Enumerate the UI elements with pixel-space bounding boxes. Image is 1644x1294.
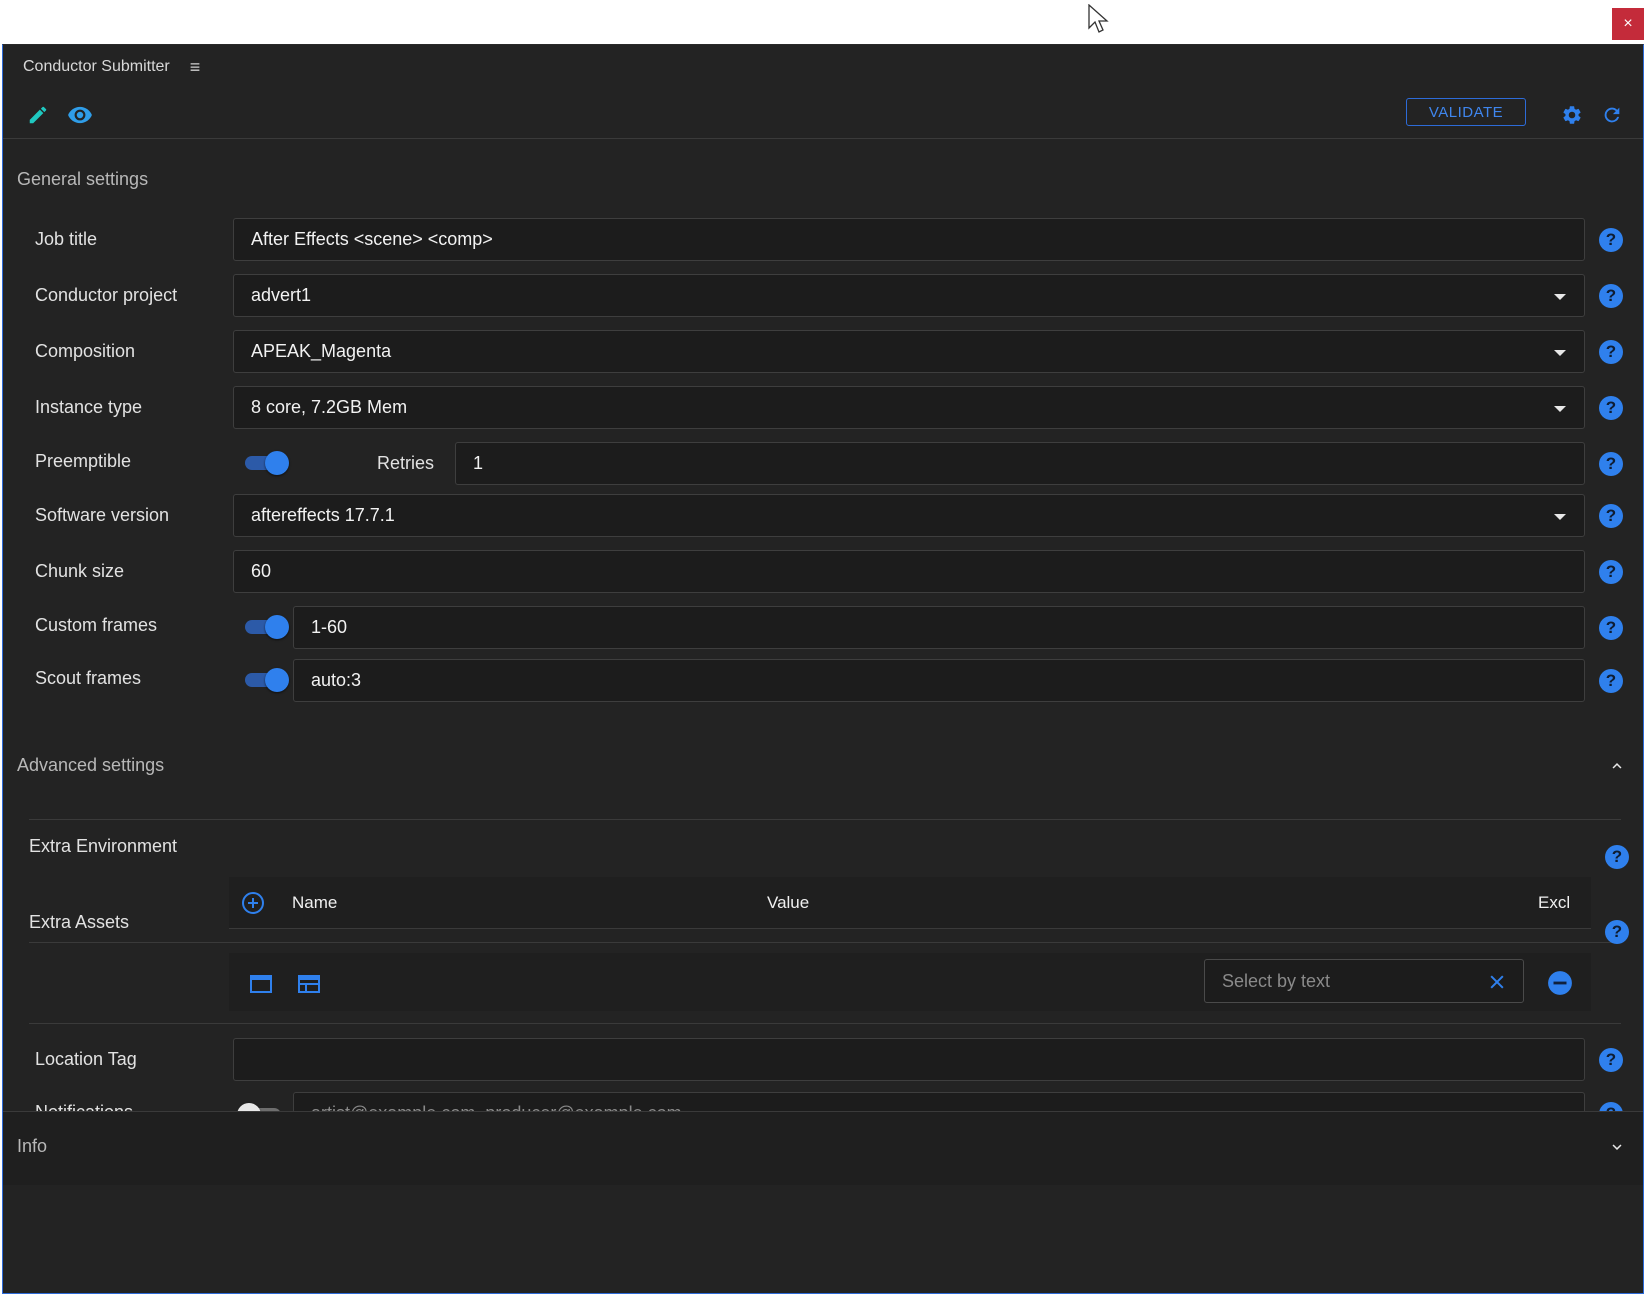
select-by-text-placeholder: Select by text (1222, 970, 1331, 991)
browse-files-icon[interactable] (249, 973, 273, 995)
composition-value: APEAK_Magenta (251, 341, 392, 361)
column-header-value: Value (767, 893, 810, 912)
scout-frames-field[interactable]: auto:3 (293, 659, 1585, 702)
panel-header: Conductor Submitter ≡ (3, 45, 1643, 89)
retries-field[interactable]: 1 (455, 442, 1585, 485)
software-version-label: Software version (35, 505, 170, 525)
validate-button[interactable]: VALIDATE (1406, 98, 1526, 126)
custom-frames-field[interactable]: 1-60 (293, 606, 1585, 649)
composition-select[interactable]: APEAK_Magenta (233, 330, 1585, 373)
clear-icon[interactable] (1487, 972, 1507, 992)
window-close-button[interactable]: × (1612, 8, 1644, 40)
toolbar: VALIDATE (3, 89, 1643, 139)
eye-icon[interactable] (66, 101, 94, 129)
retries-label: Retries (377, 453, 435, 473)
info-section[interactable]: Info (3, 1111, 1643, 1185)
help-icon[interactable]: ? (1599, 1048, 1623, 1072)
refresh-icon[interactable] (1598, 101, 1626, 129)
help-icon[interactable]: ? (1599, 284, 1623, 308)
help-icon[interactable]: ? (1599, 669, 1623, 693)
custom-frames-value: 1-60 (311, 617, 348, 637)
retries-value: 1 (473, 453, 484, 473)
pencil-icon[interactable] (24, 101, 52, 129)
divider (29, 942, 1621, 943)
instance-type-select[interactable]: 8 core, 7.2GB Mem (233, 386, 1585, 429)
add-circle-icon[interactable] (241, 891, 265, 915)
location-tag-label: Location Tag (35, 1049, 137, 1069)
help-icon[interactable]: ? (1599, 560, 1623, 584)
help-icon[interactable]: ? (1605, 920, 1629, 944)
chunk-size-label: Chunk size (35, 561, 125, 581)
scout-frames-toggle[interactable] (243, 668, 289, 692)
instance-type-value: 8 core, 7.2GB Mem (251, 397, 408, 417)
location-tag-field[interactable] (233, 1038, 1585, 1081)
job-title-value: After Effects <scene> <comp> (251, 229, 493, 249)
conductor-project-value: advert1 (251, 285, 312, 305)
divider (29, 819, 1621, 820)
extra-assets-label: Extra Assets (29, 912, 130, 932)
app-title: Conductor Submitter (23, 58, 170, 75)
preemptible-toggle[interactable] (243, 451, 289, 475)
scout-frames-value: auto:3 (311, 670, 362, 690)
help-icon[interactable]: ? (1599, 504, 1623, 528)
help-icon[interactable]: ? (1599, 228, 1623, 252)
extra-environment-table: Name Value Excl (229, 877, 1591, 929)
advanced-settings-heading: Advanced settings (17, 755, 165, 775)
divider (29, 1023, 1621, 1024)
software-version-value: aftereffects 17.7.1 (251, 505, 395, 525)
mouse-cursor-icon (1088, 4, 1109, 33)
help-icon[interactable]: ? (1599, 340, 1623, 364)
submitter-panel: Conductor Submitter ≡ VALIDATE General s… (2, 44, 1644, 1294)
general-settings-heading: General settings (17, 169, 149, 189)
scout-frames-label: Scout frames (35, 668, 142, 688)
instance-type-label: Instance type (35, 397, 143, 417)
chevron-up-icon[interactable] (1608, 757, 1626, 775)
column-header-excl: Excl (1538, 893, 1571, 912)
software-version-select[interactable]: aftereffects 17.7.1 (233, 494, 1585, 537)
column-header-name: Name (292, 893, 338, 912)
browse-folder-icon[interactable] (297, 973, 321, 995)
conductor-project-select[interactable]: advert1 (233, 274, 1585, 317)
select-by-text-input[interactable]: Select by text (1204, 959, 1524, 1003)
preemptible-label: Preemptible (35, 451, 132, 471)
chunk-size-field[interactable]: 60 (233, 550, 1585, 593)
help-icon[interactable]: ? (1599, 396, 1623, 420)
job-title-field[interactable]: After Effects <scene> <comp> (233, 218, 1585, 261)
chunk-size-value: 60 (251, 561, 272, 581)
info-heading: Info (17, 1136, 48, 1156)
hamburger-icon[interactable]: ≡ (190, 57, 201, 78)
help-icon[interactable]: ? (1605, 845, 1629, 869)
custom-frames-toggle[interactable] (243, 615, 289, 639)
help-icon[interactable]: ? (1599, 452, 1623, 476)
custom-frames-label: Custom frames (35, 615, 158, 635)
extra-environment-label: Extra Environment (29, 836, 178, 856)
conductor-project-label: Conductor project (35, 285, 178, 305)
remove-circle-icon[interactable] (1547, 970, 1573, 996)
gear-icon[interactable] (1558, 101, 1586, 129)
help-icon[interactable]: ? (1599, 616, 1623, 640)
composition-label: Composition (35, 341, 136, 361)
chevron-down-icon[interactable] (1608, 1138, 1626, 1156)
job-title-label: Job title (35, 229, 98, 249)
extra-assets-panel: Select by text (229, 953, 1591, 1011)
window-titlebar: × (0, 0, 1644, 44)
